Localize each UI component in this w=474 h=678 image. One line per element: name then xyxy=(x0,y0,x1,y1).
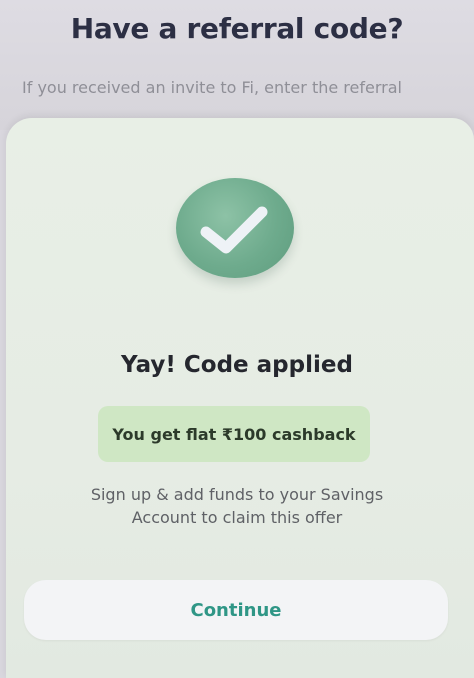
referral-header: Have a referral code? If you received an… xyxy=(0,0,474,130)
success-check-badge xyxy=(176,178,294,278)
offer-description-line2: Account to claim this offer xyxy=(131,508,343,527)
continue-button-label: Continue xyxy=(190,599,282,621)
page-title: Have a referral code? xyxy=(70,12,404,45)
cashback-text: You get flat ₹100 cashback xyxy=(112,424,356,444)
cashback-badge: You get flat ₹100 cashback xyxy=(98,406,370,462)
success-title: Yay! Code applied xyxy=(121,352,353,378)
continue-button[interactable]: Continue xyxy=(24,580,448,640)
offer-description: Sign up & add funds to your Savings Acco… xyxy=(40,483,434,529)
check-icon xyxy=(200,206,268,254)
offer-description-line1: Sign up & add funds to your Savings xyxy=(90,485,384,504)
page-subtitle: If you received an invite to Fi, enter t… xyxy=(22,78,402,97)
